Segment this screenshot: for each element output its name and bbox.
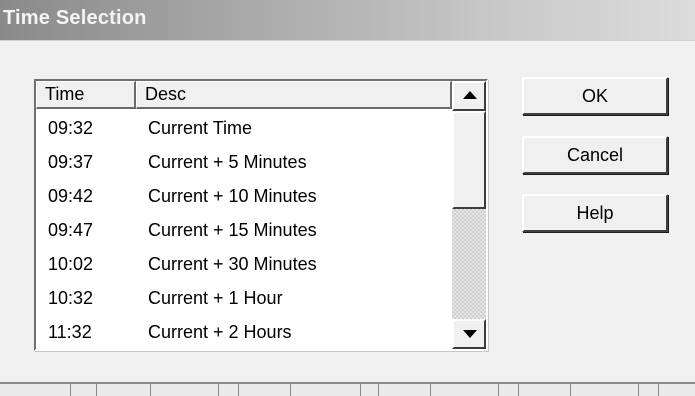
divider xyxy=(658,384,659,396)
column-header-time[interactable]: Time xyxy=(36,81,136,109)
divider xyxy=(150,384,151,396)
vertical-scrollbar[interactable] xyxy=(452,81,486,349)
time-cell: 09:42 xyxy=(48,186,94,206)
time-cell: 09:37 xyxy=(48,152,94,172)
arrow-up-icon xyxy=(463,91,477,99)
divider xyxy=(70,384,71,396)
divider xyxy=(218,384,219,396)
list-item[interactable]: 09:42 Current + 10 Minutes xyxy=(36,179,452,213)
time-cell: 09:32 xyxy=(48,118,94,138)
divider xyxy=(378,384,379,396)
list-item[interactable]: 09:47 Current + 15 Minutes xyxy=(36,213,452,247)
scroll-down-button[interactable] xyxy=(452,319,486,349)
list-item[interactable]: 09:37 Current + 5 Minutes xyxy=(36,145,452,179)
desc-cell: Current + 1 Hour xyxy=(148,288,283,308)
time-cell: 09:47 xyxy=(48,220,94,240)
desc-cell: Current + 5 Minutes xyxy=(148,152,307,172)
list-item[interactable]: 10:32 Current + 1 Hour xyxy=(36,281,452,315)
divider xyxy=(430,384,431,396)
title-bar[interactable]: Time Selection xyxy=(0,0,695,41)
desc-cell: Current + 30 Minutes xyxy=(148,254,317,274)
dialog-title: Time Selection xyxy=(3,7,147,29)
divider xyxy=(518,384,519,396)
time-cell: 10:02 xyxy=(48,254,94,274)
cancel-button[interactable]: Cancel xyxy=(522,136,668,174)
divider xyxy=(238,384,239,396)
desc-cell: Current + 10 Minutes xyxy=(148,186,317,206)
column-header-desc[interactable]: Desc xyxy=(136,81,452,109)
list-rows: 09:32 Current Time 09:37 Current + 5 Min… xyxy=(36,111,452,349)
list-header: Time Desc xyxy=(36,81,452,109)
desc-cell: Current + 15 Minutes xyxy=(148,220,317,240)
list-item[interactable]: 11:32 Current + 2 Hours xyxy=(36,315,452,349)
scrollbar-thumb[interactable] xyxy=(452,111,486,209)
divider xyxy=(638,384,639,396)
divider xyxy=(570,384,571,396)
time-cell: 10:32 xyxy=(48,288,94,308)
desc-cell: Current Time xyxy=(148,118,253,138)
list-item[interactable]: 10:02 Current + 30 Minutes xyxy=(36,247,452,281)
time-cell: 11:32 xyxy=(48,322,92,342)
time-list[interactable]: Time Desc 09:32 Current Time 09:37 Curre… xyxy=(34,79,488,351)
desc-cell: Current + 2 Hours xyxy=(148,322,292,342)
divider xyxy=(360,384,361,396)
divider xyxy=(498,384,499,396)
list-item[interactable]: 09:32 Current Time xyxy=(36,111,452,145)
arrow-down-icon xyxy=(463,330,477,338)
scroll-up-button[interactable] xyxy=(452,81,486,111)
divider xyxy=(290,384,291,396)
divider xyxy=(96,384,97,396)
ok-button[interactable]: OK xyxy=(522,77,668,115)
help-button[interactable]: Help xyxy=(522,194,668,232)
